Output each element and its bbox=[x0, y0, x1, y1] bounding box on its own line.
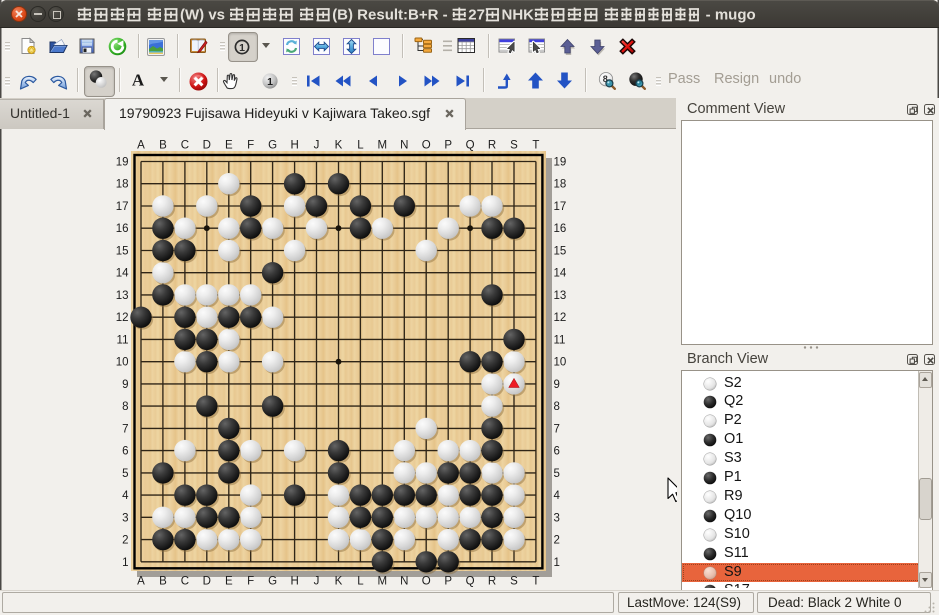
svg-text:K: K bbox=[335, 140, 343, 152]
svg-text:3: 3 bbox=[554, 512, 560, 524]
svg-text:7: 7 bbox=[554, 423, 560, 435]
svg-text:19: 19 bbox=[116, 157, 129, 169]
svg-text:S: S bbox=[510, 576, 518, 588]
svg-text:14: 14 bbox=[554, 268, 567, 280]
svg-text:2: 2 bbox=[122, 535, 128, 547]
svg-text:1: 1 bbox=[239, 42, 245, 54]
svg-text:A: A bbox=[137, 140, 145, 152]
svg-text:NHK: NHK bbox=[502, 7, 535, 24]
svg-text:J: J bbox=[314, 140, 320, 152]
svg-text:O: O bbox=[422, 576, 431, 588]
svg-text:L: L bbox=[357, 140, 364, 152]
svg-text:C: C bbox=[181, 140, 189, 152]
svg-text:D: D bbox=[203, 140, 211, 152]
svg-text:12: 12 bbox=[554, 312, 567, 324]
svg-text:K: K bbox=[335, 576, 343, 588]
svg-text:D: D bbox=[203, 576, 211, 588]
svg-text:8: 8 bbox=[122, 401, 128, 413]
svg-text:5: 5 bbox=[554, 468, 560, 480]
svg-text:M: M bbox=[378, 140, 388, 152]
svg-text:G: G bbox=[268, 140, 277, 152]
svg-text:6: 6 bbox=[122, 446, 128, 458]
svg-text:10: 10 bbox=[554, 357, 567, 369]
svg-text:11: 11 bbox=[117, 334, 129, 346]
svg-text:S: S bbox=[510, 140, 518, 152]
svg-text:7: 7 bbox=[122, 423, 128, 435]
svg-text:A: A bbox=[137, 576, 145, 588]
svg-text:F: F bbox=[247, 576, 254, 588]
svg-text:B: B bbox=[159, 140, 167, 152]
svg-text:1: 1 bbox=[554, 557, 560, 569]
svg-text:2: 2 bbox=[554, 535, 560, 547]
svg-text:Q: Q bbox=[466, 576, 475, 588]
svg-text:(B) Result:B+R -: (B) Result:B+R - bbox=[332, 7, 452, 24]
svg-text:9: 9 bbox=[122, 379, 128, 391]
svg-text:F: F bbox=[247, 140, 254, 152]
svg-text:B: B bbox=[159, 576, 167, 588]
svg-text:18: 18 bbox=[554, 179, 567, 191]
svg-text:17: 17 bbox=[554, 201, 567, 213]
svg-text:E: E bbox=[225, 140, 233, 152]
svg-text:H: H bbox=[290, 140, 298, 152]
svg-text:N: N bbox=[400, 576, 408, 588]
svg-text:L: L bbox=[357, 576, 364, 588]
svg-text:4: 4 bbox=[122, 490, 129, 502]
svg-text:16: 16 bbox=[554, 223, 567, 235]
svg-text:12: 12 bbox=[116, 312, 129, 324]
svg-text:15: 15 bbox=[554, 246, 567, 258]
svg-text:R: R bbox=[488, 140, 496, 152]
svg-text:17: 17 bbox=[116, 201, 129, 213]
svg-text:5: 5 bbox=[122, 468, 128, 480]
svg-text:- mugo: - mugo bbox=[702, 7, 756, 24]
svg-text:Q: Q bbox=[466, 140, 475, 152]
svg-text:A: A bbox=[132, 71, 145, 88]
svg-text:13: 13 bbox=[554, 290, 567, 302]
svg-text:T: T bbox=[532, 140, 539, 152]
svg-text:9: 9 bbox=[554, 379, 560, 391]
svg-text:J: J bbox=[314, 576, 320, 588]
svg-text:3: 3 bbox=[122, 512, 128, 524]
svg-text:E: E bbox=[225, 576, 233, 588]
svg-text:4: 4 bbox=[554, 490, 561, 502]
svg-text:C: C bbox=[181, 576, 189, 588]
svg-text:27: 27 bbox=[468, 7, 485, 24]
svg-text:19: 19 bbox=[554, 157, 567, 169]
svg-text:T: T bbox=[532, 576, 539, 588]
svg-text:M: M bbox=[378, 576, 388, 588]
svg-text:H: H bbox=[290, 576, 298, 588]
svg-text:G: G bbox=[268, 576, 277, 588]
svg-text:N: N bbox=[400, 140, 408, 152]
svg-text:11: 11 bbox=[554, 334, 566, 346]
svg-text:P: P bbox=[444, 576, 452, 588]
svg-text:15: 15 bbox=[116, 246, 129, 258]
svg-text:P: P bbox=[444, 140, 452, 152]
svg-text:14: 14 bbox=[116, 268, 129, 280]
svg-text:6: 6 bbox=[554, 446, 560, 458]
svg-text:8: 8 bbox=[554, 401, 560, 413]
svg-text:13: 13 bbox=[116, 290, 129, 302]
svg-text:16: 16 bbox=[116, 223, 129, 235]
svg-text:10: 10 bbox=[116, 357, 129, 369]
svg-text:1: 1 bbox=[122, 557, 128, 569]
svg-text:18: 18 bbox=[116, 179, 129, 191]
svg-text:(W) vs: (W) vs bbox=[180, 7, 229, 24]
svg-text:R: R bbox=[488, 576, 496, 588]
svg-text:O: O bbox=[422, 140, 431, 152]
svg-text:1: 1 bbox=[267, 76, 273, 88]
